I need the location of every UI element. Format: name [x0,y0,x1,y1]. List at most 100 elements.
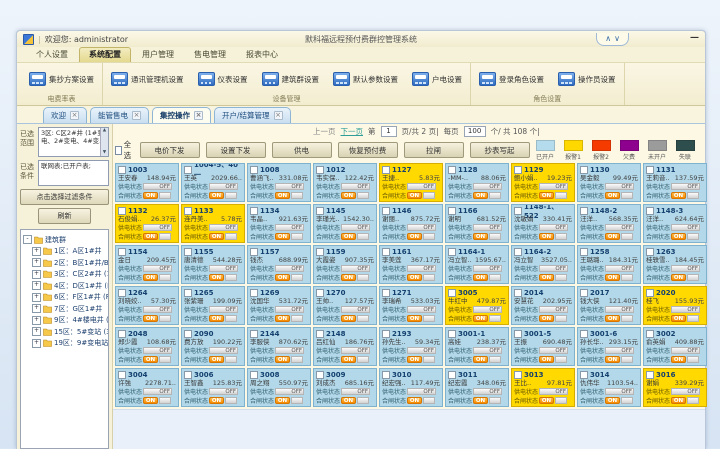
meter-card[interactable]: 3009 刘成杰 685.16元 供电状态 OFF 合闸状态 ON [313,368,377,407]
toolbar-button[interactable]: 拉闸 [404,142,464,158]
ribbon-button[interactable]: 登录角色设置 [479,72,544,86]
meter-card[interactable]: 3001-6 孙长华.. 293.15元 供电状态 OFF 合闸状态 ON [577,327,641,366]
card-checkbox[interactable] [250,371,258,379]
ribbon-button[interactable]: 户电设置 [412,72,462,86]
card-checkbox[interactable] [448,330,456,338]
chevron-up-icon[interactable]: ∧ [605,34,611,43]
prev-page-link[interactable]: 上一页 [313,126,336,137]
card-checkbox[interactable] [646,166,654,174]
meter-card[interactable]: 1263 桂轶雪.. 184.45元 供电状态 OFF 合闸状态 ON [643,245,707,284]
card-checkbox[interactable] [316,248,324,256]
card-checkbox[interactable] [382,371,390,379]
card-checkbox[interactable] [316,330,324,338]
ribbon-collapse-control[interactable]: ∧ ∨ [596,33,629,46]
menu-tab[interactable]: 用户管理 [133,48,183,62]
tree-item[interactable]: + 4区：D区1#井 (D区1... [32,281,106,291]
meter-card[interactable]: 1146 谢丽.. 875.72元 供电状态 OFF 合闸状态 ON [379,204,443,243]
card-checkbox[interactable] [184,330,192,338]
card-checkbox[interactable] [514,289,522,297]
meter-card[interactable]: 1164-2 冯立智 3527.05.. 供电状态 OFF 合闸状态 ON [511,245,575,284]
tree-expander-icon[interactable]: + [32,304,41,313]
meter-card[interactable]: 2020 桂飞 155.93元 供电状态 OFF 合闸状态 ON [643,286,707,325]
per-page-input[interactable]: 100 [464,126,486,137]
card-checkbox[interactable] [382,207,390,215]
meter-card[interactable]: 3010 纪宏强.. 117.49元 供电状态 OFF 合闸状态 ON [379,368,443,407]
meter-card[interactable]: 1148-1、522 沈敏娟 330.41元 供电状态 OFF 合闸状态 ON [511,204,575,243]
ribbon-button[interactable]: 操作员设置 [558,72,616,86]
meter-card[interactable]: 1154 金日 209.45元 供电状态 OFF 合闸状态 ON [115,245,179,284]
menu-tab[interactable]: 售电管理 [185,48,235,62]
card-checkbox[interactable] [118,330,126,338]
card-checkbox[interactable] [184,248,192,256]
select-all-control[interactable]: 全选 [115,139,134,161]
card-checkbox[interactable] [580,248,588,256]
tree-item[interactable]: + 15区：5#变站 (3#变... [32,327,106,337]
tree-expander-icon[interactable]: + [32,270,41,279]
tree-expander-icon[interactable]: + [32,247,41,256]
card-checkbox[interactable] [514,248,522,256]
toolbar-button[interactable]: 电价下发 [140,142,200,158]
card-checkbox[interactable] [580,371,588,379]
selected-condition-box[interactable]: 联网表;已开户表; [38,160,109,186]
card-checkbox[interactable] [382,289,390,297]
document-tab[interactable]: 能管售电 × [90,107,149,123]
card-checkbox[interactable] [184,289,192,297]
meter-card[interactable]: 1132 石俊娟.. 26.37元 供电状态 OFF 合闸状态 ON [115,204,179,243]
document-tab[interactable]: 开户/结算管理 × [214,107,291,123]
meter-card[interactable]: 1012 韦实保.. 122.42元 供电状态 OFF 合闸状态 ON [313,163,377,202]
card-checkbox[interactable] [250,248,258,256]
toolbar-button[interactable]: 供电 [272,142,332,158]
meter-card[interactable]: 3001-5 王振 690.48元 供电状态 OFF 合闸状态 ON [511,327,575,366]
meter-card[interactable]: 2017 钱大侠 121.40元 供电状态 OFF 合闸状态 ON [577,286,641,325]
meter-card[interactable]: 1161 李美莲 367.17元 供电状态 OFF 合闸状态 ON [379,245,443,284]
card-checkbox[interactable] [184,207,192,215]
tree-expander-icon[interactable]: + [32,281,41,290]
ribbon-button[interactable]: 默认参数设置 [333,72,398,86]
meter-card[interactable]: 1131 王莉音.. 137.59元 供电状态 OFF 合闸状态 ON [643,163,707,202]
menu-tab[interactable]: 系统配置 [79,47,131,62]
meter-card[interactable]: 1004-5、40一 王英 2029.66.. 供电状态 OFF 合闸状态 ON [181,163,245,202]
meter-card[interactable]: 3011 纪宏霞 348.06元 供电状态 OFF 合闸状态 ON [445,368,509,407]
meter-card[interactable]: 1157 钱杰 688.99元 供电状态 OFF 合闸状态 ON [247,245,311,284]
tree-item[interactable]: + 3区：C区2#井 (1#变... [32,269,106,279]
meter-card[interactable]: 3002 俞英娟 409.88元 供电状态 OFF 合闸状态 ON [643,327,707,366]
next-page-link[interactable]: 下一页 [341,126,364,137]
scroll-down-icon[interactable]: ▼ [103,150,106,156]
meter-card[interactable]: 2144 李服侠 870.62元 供电状态 OFF 合闸状态 ON [247,327,311,366]
meter-card[interactable]: 3005 牛红中 479.87元 供电状态 OFF 合闸状态 ON [445,286,509,325]
meter-card[interactable]: 1265 张紫珊 199.09元 供电状态 OFF 合闸状态 ON [181,286,245,325]
card-checkbox[interactable] [184,371,192,379]
card-checkbox[interactable] [118,289,126,297]
card-checkbox[interactable] [118,166,126,174]
meter-card[interactable]: 1164-1 冯立智.. 1595.67.. 供电状态 OFF 合闸状态 ON [445,245,509,284]
card-checkbox[interactable] [250,207,258,215]
card-checkbox[interactable] [514,371,522,379]
card-checkbox[interactable] [382,166,390,174]
tree-item[interactable]: - 建筑群 [23,235,106,245]
close-icon[interactable]: × [70,111,79,120]
refresh-button[interactable]: 刷新 [38,208,91,224]
close-icon[interactable]: × [274,111,283,120]
meter-card[interactable]: 3014 仇伟华 1103.54.. 供电状态 OFF 合闸状态 ON [577,368,641,407]
toolbar-button[interactable]: 抄表写起 [470,142,530,158]
document-tab[interactable]: 欢迎 × [43,107,87,123]
card-checkbox[interactable] [646,289,654,297]
meter-card[interactable]: 3001-1 高娃 238.37元 供电状态 OFF 合闸状态 ON [445,327,509,366]
card-checkbox[interactable] [382,330,390,338]
card-checkbox[interactable] [514,166,522,174]
range-scrollbar[interactable]: ▲ ▼ [100,128,108,156]
card-checkbox[interactable] [646,371,654,379]
card-checkbox[interactable] [316,166,324,174]
card-checkbox[interactable] [382,248,390,256]
selected-range-box[interactable]: 3区: C区2#井 (1#变电、2#变电、4#变... ▲ ▼ [38,127,109,157]
ribbon-button[interactable]: 集抄方案设置 [29,72,94,86]
card-checkbox[interactable] [118,207,126,215]
meter-card[interactable]: 1148-2 汪洋.. 568.35元 供电状态 OFF 合闸状态 ON [577,204,641,243]
meter-card[interactable]: 2090 费方放 190.22元 供电状态 OFF 合闸状态 ON [181,327,245,366]
select-all-checkbox[interactable] [115,146,122,155]
meter-card[interactable]: 1264 刘晓姣.. 57.30元 供电状态 OFF 合闸状态 ON [115,286,179,325]
card-checkbox[interactable] [514,207,522,215]
meter-card[interactable]: 2048 郑少霞 108.68元 供电状态 OFF 合闸状态 ON [115,327,179,366]
tree-expander-icon[interactable]: + [32,293,41,302]
tree-expander-icon[interactable]: - [23,235,32,244]
